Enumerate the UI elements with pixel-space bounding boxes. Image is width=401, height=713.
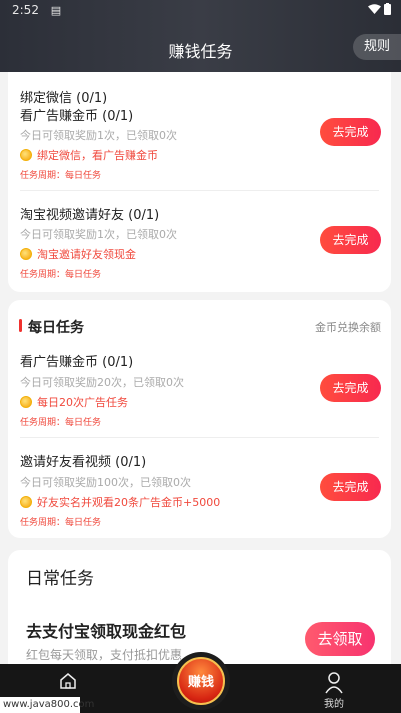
divider: [20, 437, 379, 438]
alipay-task-title: 去支付宝领取现金红包: [26, 622, 187, 641]
user-icon: [325, 672, 343, 694]
task-name: 看广告赚金币 (0/1): [20, 109, 134, 124]
earn-money-button[interactable]: 赚钱: [172, 652, 230, 710]
battery-icon: [384, 3, 391, 15]
task-period: 任务周期：每日任务: [20, 270, 102, 280]
top-tasks-card: 绑定微信 (0/1) 看广告赚金币 (0/1) 今日可领取奖励1次，已领取0次 …: [8, 72, 391, 292]
daily-tasks-card: 每日任务 金币兑换余额 看广告赚金币 (0/1) 今日可领取奖励20次，已领取0…: [8, 300, 391, 538]
complete-button[interactable]: 去完成: [320, 118, 381, 146]
money-bag-icon: 赚钱: [177, 657, 225, 705]
rules-button[interactable]: 规则: [353, 34, 401, 60]
task-reward: 每日20次广告任务: [20, 394, 128, 410]
claim-button[interactable]: 去领取: [305, 622, 375, 656]
tab-me-label: 我的: [324, 699, 344, 710]
coin-icon: [20, 149, 32, 161]
home-icon: [60, 673, 76, 689]
task-reward-text: 每日20次广告任务: [37, 396, 128, 409]
task-reward-text: 绑定微信，看广告赚金币: [37, 149, 158, 162]
task-reward: 淘宝邀请好友领现金: [20, 246, 136, 262]
complete-button[interactable]: 去完成: [320, 374, 381, 402]
page-title: 赚钱任务: [168, 42, 233, 61]
wifi-icon: [367, 4, 381, 14]
coin-exchange-link[interactable]: 金币兑换余额: [315, 319, 381, 335]
task-name: 绑定微信 (0/1): [20, 91, 108, 106]
header: 2:52 ▤ 赚钱任务 规则: [0, 0, 401, 72]
task-period: 任务周期：每日任务: [20, 518, 102, 528]
coin-icon: [20, 248, 32, 260]
coin-icon: [20, 496, 32, 508]
tab-me[interactable]: 我的: [304, 664, 364, 713]
section-accent-bar: [19, 319, 22, 332]
task-name: 淘宝视频邀请好友 (0/1): [20, 208, 160, 223]
status-time: 2:52: [12, 3, 39, 17]
task-name: 邀请好友看视频 (0/1): [20, 455, 147, 470]
divider: [20, 190, 379, 191]
complete-button[interactable]: 去完成: [320, 473, 381, 501]
earn-money-label: 赚钱: [187, 675, 214, 690]
alipay-task-subtitle: 红包每天领取，支付抵扣优惠: [26, 648, 183, 662]
sim-card-icon: ▤: [50, 4, 62, 17]
task-quota: 今日可领取奖励1次，已领取0次: [20, 129, 177, 142]
task-period: 任务周期：每日任务: [20, 418, 102, 428]
complete-button[interactable]: 去完成: [320, 226, 381, 254]
task-quota: 今日可领取奖励1次，已领取0次: [20, 228, 177, 241]
status-bar: 2:52 ▤: [12, 3, 61, 17]
status-icons: [367, 3, 391, 18]
watermark: www.java800.com: [0, 697, 94, 713]
task-period: 任务周期：每日任务: [20, 171, 102, 181]
task-reward: 绑定微信，看广告赚金币: [20, 147, 158, 163]
task-quota: 今日可领取奖励100次，已领取0次: [20, 476, 191, 489]
task-name: 看广告赚金币 (0/1): [20, 355, 134, 370]
section-title: 每日任务: [28, 320, 84, 336]
section-title: 日常任务: [26, 569, 94, 589]
task-reward-text: 好友实名并观看20条广告金币+5000: [37, 496, 221, 509]
task-reward: 好友实名并观看20条广告金币+5000: [20, 494, 220, 510]
task-reward-text: 淘宝邀请好友领现金: [37, 248, 136, 261]
coin-icon: [20, 396, 32, 408]
task-quota: 今日可领取奖励20次，已领取0次: [20, 376, 184, 389]
